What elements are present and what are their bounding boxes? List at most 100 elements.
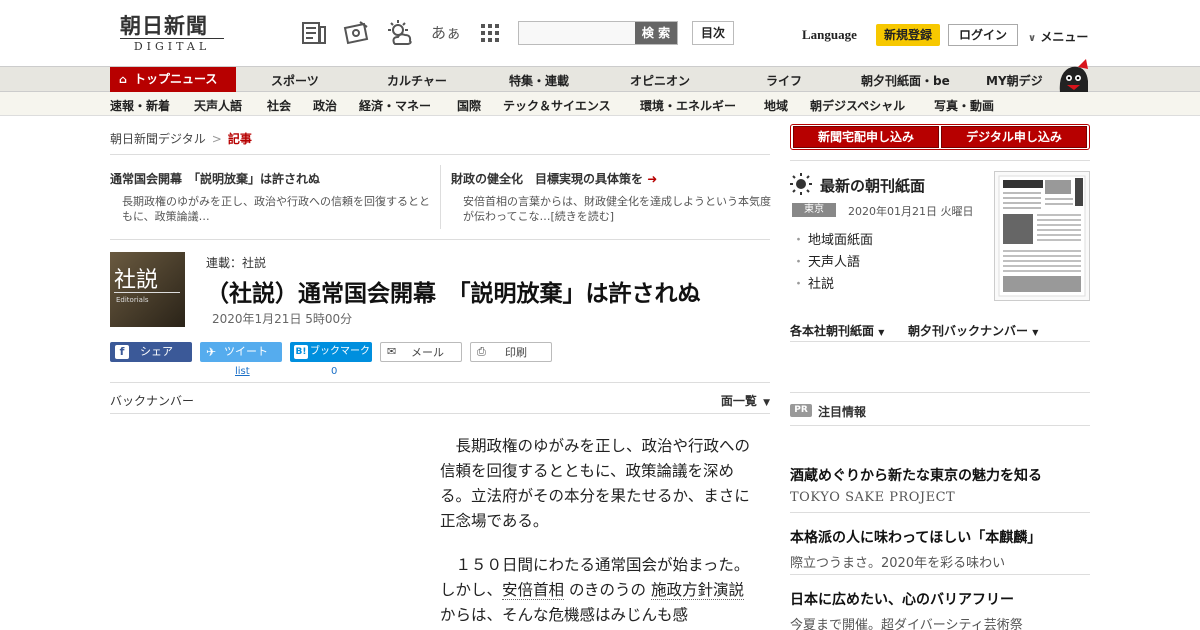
backnumber-label: 朝夕刊バックナンバー: [908, 324, 1029, 338]
chevron-down-icon: ∨: [1028, 33, 1037, 44]
divider: [440, 165, 441, 229]
newspaper-icon[interactable]: [300, 19, 328, 47]
triangle-down-icon: ▼: [1032, 328, 1039, 337]
editorial-thumbnail: 社説 Editorials: [110, 252, 185, 327]
triangle-down-icon: ▼: [763, 398, 770, 408]
logo-main-text: 朝日新聞: [120, 13, 208, 38]
nav-papers[interactable]: 朝夕刊紙面・be: [861, 72, 950, 89]
nav-photo-video[interactable]: 写真・動画: [934, 97, 994, 114]
related-item[interactable]: 通常国会開幕 「説明放棄」は許されぬ 長期政権のゆがみを正し、政治や行政への信頼…: [110, 170, 430, 224]
article-title: （社説）通常国会開幕 「説明放棄」は許されぬ: [206, 281, 701, 307]
link-policy-speech[interactable]: 施政方針演説: [650, 581, 744, 600]
nav-top-news[interactable]: ⌂ トップニュース: [110, 67, 236, 92]
nav-environment[interactable]: 環境・エネルギー: [640, 97, 736, 114]
twitter-share-button[interactable]: ✈ ツイート: [200, 342, 282, 362]
site-header: 朝日新聞 DIGITAL あぁ 検 索 目次 Language 新規登録 ログイ…: [0, 0, 1200, 66]
pr-title: 注目情報: [818, 405, 867, 419]
twitter-list-link[interactable]: list: [235, 366, 250, 377]
latest-item[interactable]: 地域面紙面: [792, 229, 873, 248]
nav-opinion[interactable]: オピニオン: [630, 72, 690, 89]
pr-ad-item[interactable]: 酒蔵めぐりから新たな東京の魅力を知る TOKYO SAKE PROJECT: [790, 465, 1090, 513]
nav-my-asadigi[interactable]: MY朝デジ: [986, 72, 1043, 89]
site-logo[interactable]: 朝日新聞 DIGITAL: [120, 14, 230, 54]
pr-ad-item[interactable]: 本格派の人に味わってほしい「本麒麟」 際立つうまさ。2020年を彩る味わい: [790, 527, 1090, 575]
related-desc: 長期政権のゆがみを正し、政治や行政への信頼を回復するとともに、政策論議…: [122, 195, 430, 223]
latest-paper-date: 2020年01月21日 火曜日: [848, 205, 974, 218]
login-button[interactable]: ログイン: [948, 24, 1018, 46]
branch-papers-dropdown[interactable]: 各本社朝刊紙面 ▼: [790, 322, 884, 339]
pr-ad-item[interactable]: 日本に広めたい、心のバリアフリー 今夏まで開催。超ダイバーシティ芸術祭: [790, 589, 1090, 630]
nav-international[interactable]: 国際: [457, 97, 481, 114]
nav-tensei[interactable]: 天声人語: [194, 97, 242, 114]
mail-share-button[interactable]: ✉ メール: [380, 342, 462, 362]
twitter-label: ツイート: [224, 345, 268, 358]
digital-subscribe-button[interactable]: デジタル申し込み: [941, 126, 1087, 148]
nav-society[interactable]: 社会: [267, 97, 291, 114]
nav-sports[interactable]: スポーツ: [271, 72, 319, 89]
nav-culture[interactable]: カルチャー: [387, 72, 447, 89]
thumb-line: [114, 292, 180, 293]
breadcrumb: 朝日新聞デジタル > 記事: [110, 130, 252, 147]
mail-icon: ✉: [387, 345, 397, 358]
paper-subnav: 各本社朝刊紙面 ▼ 朝夕刊バックナンバー ▼: [790, 318, 1090, 342]
article-date: 2020年1月21日 5時00分: [212, 312, 353, 326]
ad-subtitle: 今夏まで開催。超ダイバーシティ芸術祭: [790, 618, 1023, 630]
grid-menu-icon[interactable]: [476, 19, 504, 47]
series-label[interactable]: 連載：社説: [206, 254, 266, 271]
breadcrumb-current: 記事: [227, 132, 252, 146]
related-title: 通常国会開幕 「説明放棄」は許されぬ: [110, 172, 321, 186]
nav-region[interactable]: 地域: [764, 97, 788, 114]
body-paragraph: 長期政権のゆがみを正し、政治や行政への信頼を回復するとともに、政策論議を深める。…: [440, 437, 751, 530]
related-title: 財政の健全化 目標実現の具体策を ➜: [451, 172, 658, 186]
front-page-thumbnail[interactable]: [994, 171, 1090, 301]
twitter-icon: ✈: [206, 345, 217, 359]
link-abe[interactable]: 安倍首相: [502, 581, 565, 600]
ad-subtitle: 際立つうまさ。2020年を彩る味わい: [790, 556, 1006, 571]
ticket-icon[interactable]: [342, 19, 370, 47]
nav-tech-science[interactable]: テック＆サイエンス: [503, 97, 611, 114]
search-input[interactable]: [519, 22, 637, 44]
furigana-toggle-icon[interactable]: あぁ: [431, 22, 461, 43]
related-item[interactable]: 財政の健全化 目標実現の具体策を ➜ 安倍首相の言葉からは、財政健全化を達成しよ…: [451, 170, 771, 224]
newspaper-thumbnail-image: [998, 175, 1086, 297]
hatena-bookmark-button[interactable]: B! ブックマーク: [290, 342, 372, 362]
related-desc: 安倍首相の言葉からは、財政健全化を達成しようという本気度が伝わってこな…[続きを…: [463, 195, 771, 223]
latest-item[interactable]: 天声人語: [792, 251, 860, 270]
page-list-dropdown[interactable]: 面一覧 ▼: [721, 392, 770, 409]
facebook-share-button[interactable]: f シェア: [110, 342, 192, 362]
breadcrumb-separator: >: [211, 132, 222, 146]
printer-icon: ⎙: [477, 345, 486, 358]
backnumber-bar: バックナンバー 面一覧 ▼: [110, 382, 770, 414]
print-button[interactable]: ⎙ 印刷: [470, 342, 552, 362]
latest-paper-title[interactable]: 最新の朝刊紙面: [820, 175, 925, 196]
article-body: 長期政権のゆがみを正し、政治や行政への信頼を回復するとともに、政策論議を深める。…: [440, 434, 752, 630]
nav-special[interactable]: 朝デジスペシャル: [810, 97, 905, 114]
nav-politics[interactable]: 政治: [313, 97, 337, 114]
ad-title: 本格派の人に味わってほしい「本麒麟」: [790, 530, 1042, 546]
home-delivery-button[interactable]: 新聞宅配申し込み: [793, 126, 939, 148]
sun-icon: [790, 173, 812, 195]
backnumber-dropdown[interactable]: 朝夕刊バックナンバー ▼: [908, 322, 1038, 339]
breadcrumb-home[interactable]: 朝日新聞デジタル: [110, 132, 206, 146]
signup-button[interactable]: 新規登録: [876, 24, 940, 46]
facebook-label: シェア: [140, 345, 173, 358]
ad-title: 酒蔵めぐりから新たな東京の魅力を知る: [790, 468, 1042, 484]
triangle-down-icon: ▼: [878, 328, 885, 337]
contents-button[interactable]: 目次: [692, 21, 734, 45]
nav-life[interactable]: ライフ: [766, 72, 802, 89]
menu-label: メニュー: [1040, 30, 1089, 44]
search-button[interactable]: 検 索: [635, 22, 677, 44]
weather-icon[interactable]: [386, 19, 414, 47]
pr-badge: PR: [790, 404, 812, 417]
latest-paper-section: 最新の朝刊紙面 東京 2020年01月21日 火曜日 地域面紙面 天声人語 社説: [790, 160, 1090, 310]
hatena-label: ブックマーク: [310, 346, 370, 357]
nav-economy[interactable]: 経済・マネー: [359, 97, 431, 114]
backnumber-link[interactable]: バックナンバー: [110, 392, 194, 409]
language-link[interactable]: Language: [802, 27, 857, 43]
latest-item[interactable]: 社説: [792, 273, 834, 292]
nav-breaking[interactable]: 速報・新着: [110, 97, 170, 114]
nav-features[interactable]: 特集・連載: [509, 72, 569, 89]
thumb-sub: Editorials: [116, 296, 149, 304]
menu-button[interactable]: ∨ メニュー: [1028, 28, 1088, 45]
mascot-icon[interactable]: [1054, 57, 1092, 95]
